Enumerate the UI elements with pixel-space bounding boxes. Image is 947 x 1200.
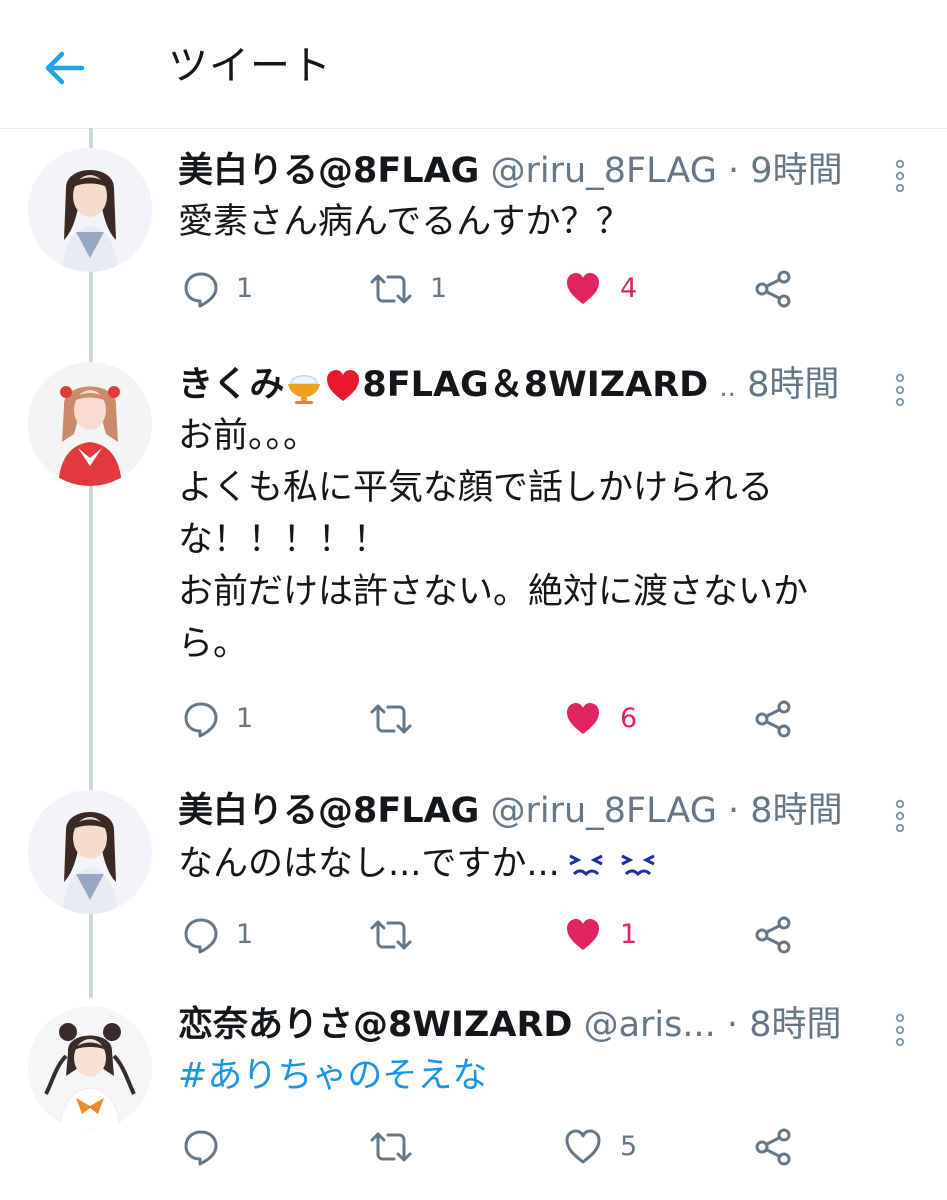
- tweet-text-line: なんのはなし...ですか...: [178, 838, 664, 890]
- avatar[interactable]: [28, 362, 152, 486]
- tweet-text: なんのはなし...ですか...: [178, 838, 664, 890]
- tweet-header: 美白りる@8FLAG @riru_8FLAG · 9時間: [178, 146, 908, 196]
- user-handle[interactable]: @riru_8FLAG: [491, 791, 717, 831]
- tweet-text-line: お前だけは許さない。絶対に渡さないか: [178, 572, 809, 612]
- back-arrow-icon[interactable]: [38, 42, 90, 94]
- separator-dot: ·: [726, 1005, 739, 1045]
- tweet-text-line: な！！！！！: [178, 520, 389, 560]
- timestamp[interactable]: 8時間: [750, 791, 842, 831]
- more-options-icon[interactable]: [890, 1010, 910, 1050]
- display-name[interactable]: 美白りる@8FLAG: [178, 791, 479, 831]
- more-options-icon[interactable]: [890, 370, 910, 410]
- heart-filled-icon: [567, 273, 599, 304]
- display-name[interactable]: 美白りる@8FLAG: [178, 151, 479, 191]
- shaved-ice-emoji: [288, 375, 321, 404]
- like-count: 4: [620, 273, 638, 304]
- hashtag-link[interactable]: #ありちゃのそえな: [178, 1050, 487, 1102]
- avatar[interactable]: [28, 148, 152, 272]
- like-count: 5: [620, 1131, 638, 1162]
- tweet-text-line: お前。。。: [178, 416, 319, 456]
- share-icon: [755, 700, 791, 738]
- persevering-face-emoji: [621, 854, 655, 877]
- tweet-header: 恋奈ありさ@8WIZARD @aris... · 8時間: [178, 1000, 908, 1050]
- red-heart-emoji: [327, 370, 360, 401]
- tweet-text-content: なんのはなし...ですか...: [178, 844, 560, 884]
- avatar[interactable]: [28, 790, 152, 914]
- reply-count: 1: [236, 273, 254, 304]
- timestamp[interactable]: 8時間: [749, 1005, 841, 1045]
- heart-filled-icon: [567, 919, 599, 950]
- reply-icon: [184, 272, 218, 308]
- share-icon: [755, 916, 791, 954]
- like-count: 6: [620, 703, 638, 734]
- user-handle[interactable]: @aris...: [584, 1005, 716, 1045]
- reply-count: 1: [236, 703, 254, 734]
- retweet-icon: [370, 704, 412, 734]
- retweet-count: 1: [430, 273, 448, 304]
- tweet-actions: 1 1: [0, 910, 947, 960]
- share-icon: [755, 270, 791, 308]
- retweet-icon: [370, 274, 412, 304]
- share-icon: [755, 1128, 791, 1166]
- more-options-icon[interactable]: [890, 156, 910, 196]
- avatar[interactable]: [28, 1006, 152, 1130]
- tweet-actions: 5: [0, 1122, 947, 1172]
- user-handle[interactable]: @riru_8FLAG: [491, 151, 717, 191]
- tweet-text-line: よくも私に平気な顔で話しかけられる: [178, 468, 774, 508]
- display-name[interactable]: 恋奈ありさ@8WIZARD: [178, 1005, 572, 1045]
- tweet-text: #ありちゃのそえな: [178, 1050, 487, 1102]
- separator-dot: ·: [728, 791, 740, 831]
- tweet-text: お前。。。 よくも私に平気な顔で話しかけられる な！！！！！ お前だけは許さない…: [178, 410, 808, 670]
- tweet-text-line: ら。: [178, 624, 249, 664]
- tweet-actions: 1 1 4: [0, 264, 947, 314]
- tweet-header: きくみ 8FLAG＆8WIZARD .. 8時間: [178, 360, 908, 410]
- reply-icon: [184, 702, 218, 738]
- page-title: ツイート: [168, 43, 332, 89]
- reply-icon: [184, 918, 218, 954]
- more-options-icon[interactable]: [890, 796, 910, 836]
- user-handle[interactable]: ..: [719, 373, 736, 403]
- display-name[interactable]: きくみ: [178, 365, 284, 405]
- timestamp[interactable]: 9時間: [750, 151, 842, 191]
- tweet-text: 愛素さん病んでるんすか？？: [178, 196, 631, 248]
- app-header: ツイート: [0, 0, 947, 129]
- reply-icon: [184, 1130, 218, 1166]
- timestamp[interactable]: 8時間: [747, 365, 839, 405]
- tweet-header: 美白りる@8FLAG @riru_8FLAG · 8時間: [178, 786, 908, 836]
- separator-dot: ·: [728, 151, 740, 191]
- like-count: 1: [620, 919, 638, 950]
- heart-filled-icon: [567, 703, 599, 734]
- display-name-suffix[interactable]: 8FLAG＆8WIZARD: [362, 365, 708, 405]
- heart-outline-icon: [565, 1129, 601, 1164]
- retweet-icon: [370, 1132, 412, 1162]
- persevering-face-emoji: [569, 854, 603, 877]
- tweet-actions: 1 6: [0, 694, 947, 744]
- reply-count: 1: [236, 919, 254, 950]
- retweet-icon: [370, 920, 412, 950]
- tweet-text-line: 愛素さん病んでるんすか？？: [178, 202, 631, 242]
